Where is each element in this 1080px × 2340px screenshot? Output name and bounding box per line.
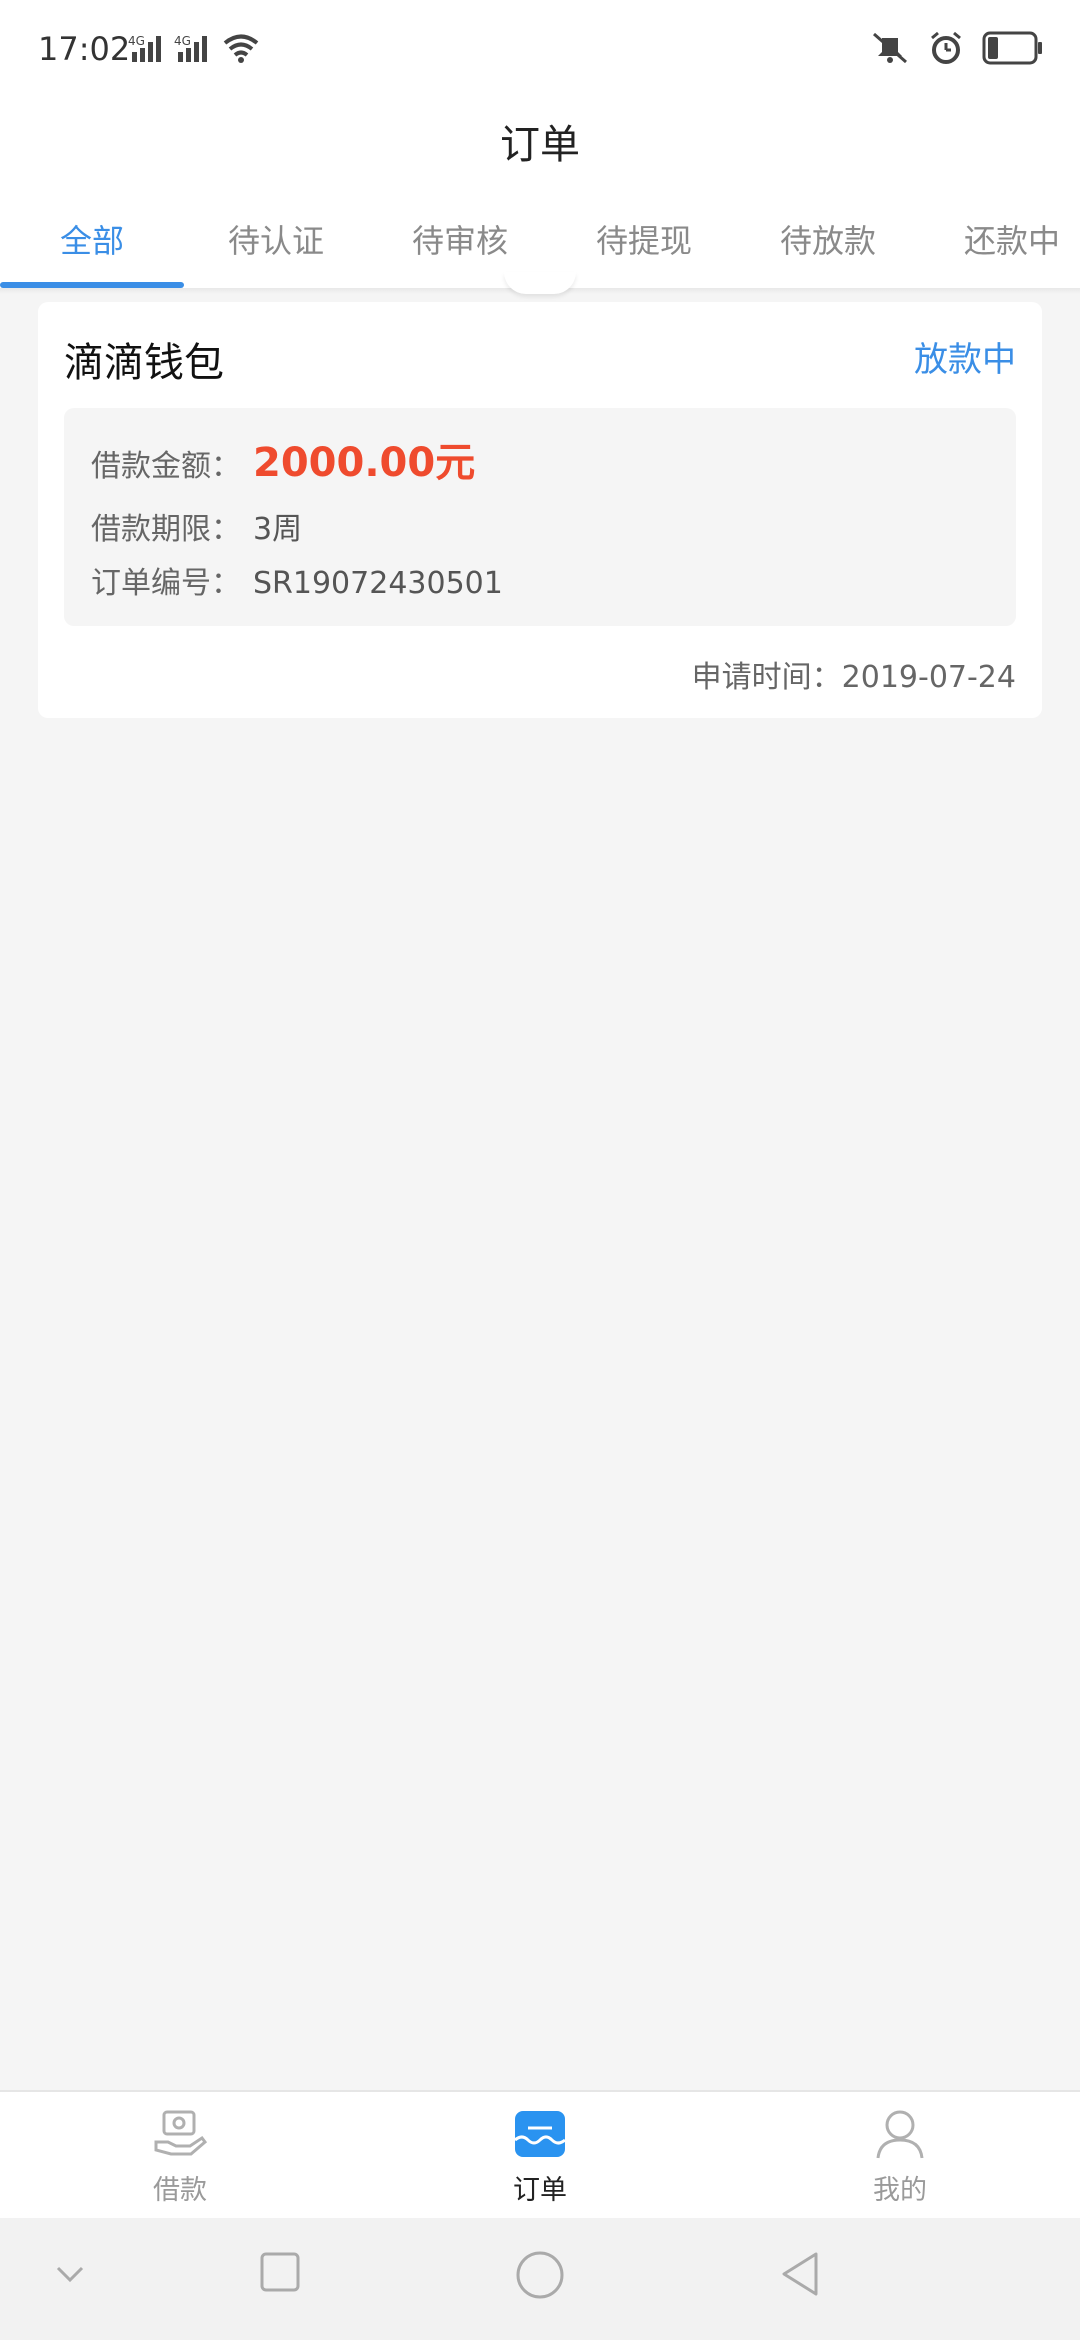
svg-text:4G: 4G	[174, 34, 191, 48]
loan-icon	[154, 2110, 208, 2156]
order-details: 借款金额： 2000.00元 借款期限： 3周 订单编号： SR19072430501	[64, 408, 1016, 626]
tab-pending-review[interactable]: 待审核	[368, 216, 552, 262]
status-time: 17:02	[38, 30, 131, 68]
bottom-nav: 借款 订单 我的	[0, 2090, 1080, 2220]
amount-label: 借款金额：	[91, 449, 241, 484]
wifi-icon	[223, 34, 259, 63]
tab-pending-withdrawal[interactable]: 待提现	[552, 216, 736, 262]
pull-refresh-indicator	[504, 272, 576, 294]
app-header: 订单	[0, 100, 1080, 190]
battery-icon	[982, 31, 1042, 65]
signal-4g-icon: 4G	[174, 34, 207, 62]
chevron-down-icon[interactable]	[52, 2262, 88, 2286]
tab-pending-verification[interactable]: 待认证	[184, 216, 368, 262]
nav-label-profile: 我的	[873, 2175, 927, 2206]
term-value: 3周	[253, 512, 303, 547]
nav-label-order: 订单	[513, 2175, 567, 2206]
amount-row: 借款金额： 2000.00元	[91, 430, 475, 488]
nav-item-loan[interactable]: 借款	[100, 2108, 260, 2207]
order-icon	[514, 2111, 566, 2157]
tab-pending-disbursement[interactable]: 待放款	[736, 216, 920, 262]
svg-text:4G: 4G	[128, 34, 145, 48]
page-title: 订单	[500, 122, 580, 168]
mute-icon	[873, 32, 907, 64]
tab-repaying[interactable]: 还款中	[920, 216, 1080, 262]
order-number-label: 订单编号：	[91, 566, 241, 601]
back-button[interactable]	[778, 2250, 822, 2298]
alarm-icon	[931, 31, 961, 64]
system-nav-bar	[0, 2218, 1080, 2340]
term-row: 借款期限： 3周	[91, 504, 302, 548]
order-status: 放款中	[914, 340, 1016, 380]
order-number-row: 订单编号： SR19072430501	[91, 558, 503, 602]
nav-label-loan: 借款	[153, 2175, 207, 2206]
order-product-name: 滴滴钱包	[64, 340, 224, 386]
status-bar: 17:02 4G 4G	[0, 0, 1080, 100]
order-number-value: SR19072430501	[253, 566, 503, 601]
term-label: 借款期限：	[91, 512, 241, 547]
profile-icon	[876, 2110, 924, 2159]
signal-4g-icon: 4G	[128, 34, 161, 62]
nav-item-profile[interactable]: 我的	[820, 2108, 980, 2207]
amount-value: 2000.00元	[253, 440, 476, 486]
apply-time: 申请时间：2019-07-24	[691, 660, 1016, 695]
recents-button[interactable]	[258, 2250, 302, 2294]
nav-item-order[interactable]: 订单	[460, 2108, 620, 2207]
home-button[interactable]	[515, 2250, 565, 2300]
order-card[interactable]: 滴滴钱包 放款中 借款金额： 2000.00元 借款期限： 3周 订单编号： SR19…	[38, 302, 1042, 718]
tab-all[interactable]: 全部	[0, 216, 184, 262]
